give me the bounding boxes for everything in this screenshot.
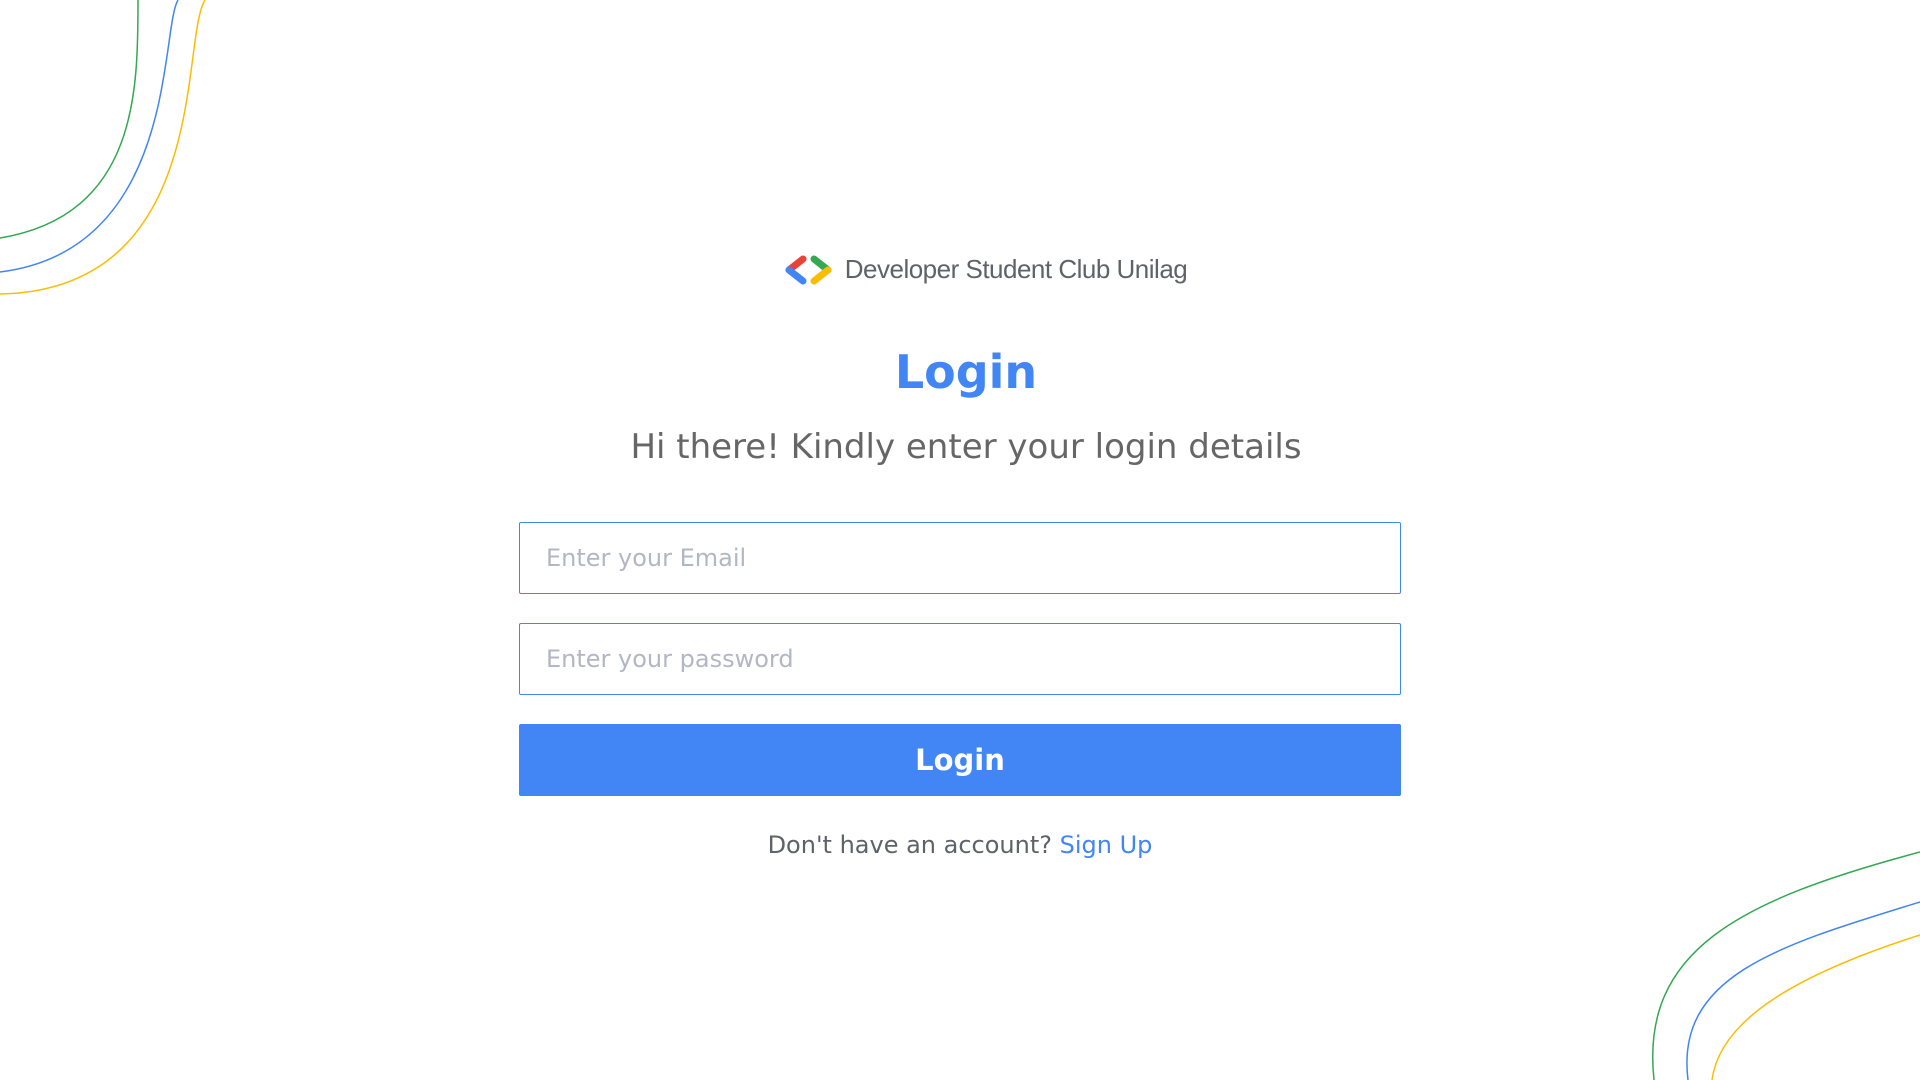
brand-lockup: Developer Student Club Unilag <box>783 254 1188 285</box>
signup-prompt: Don't have an account? Sign Up <box>519 831 1401 859</box>
signup-link[interactable]: Sign Up <box>1060 831 1153 859</box>
page-title: Login <box>894 345 1038 399</box>
signup-prompt-text: Don't have an account? <box>767 831 1052 859</box>
brand-header: Developer Student Club Unilag <box>0 254 1920 285</box>
login-page: Developer Student Club Unilag Login Hi t… <box>0 0 1920 1080</box>
password-input[interactable] <box>519 623 1401 695</box>
gdsc-brackets-logo-icon <box>785 255 832 284</box>
email-input[interactable] <box>519 522 1401 594</box>
login-form: Login Don't have an account? Sign Up <box>519 522 1401 859</box>
decorative-curves-bottom-right <box>1652 851 1920 1080</box>
brand-name: Developer Student Club Unilag <box>844 254 1188 284</box>
page-subtitle: Hi there! Kindly enter your login detail… <box>630 427 1302 467</box>
login-button[interactable]: Login <box>519 724 1401 796</box>
